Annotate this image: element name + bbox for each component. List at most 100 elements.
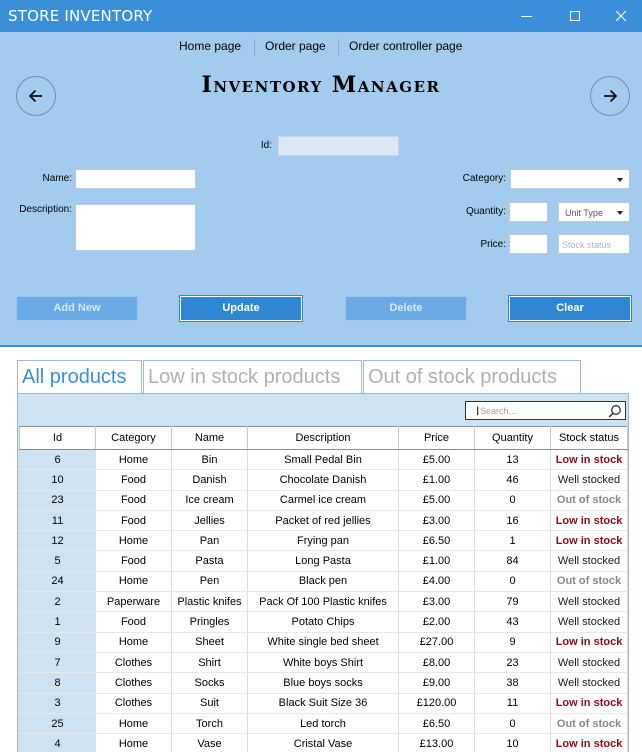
cell-description: Chocolate Danish [247,469,399,491]
table-row[interactable]: 5 Food Pasta Long Pasta £1.00 84 Well stocked [19,550,628,572]
cell-stock-status: Out of stock [550,713,628,735]
column-header-quantity[interactable]: Quantity [474,426,551,450]
cell-stock-status: Well stocked [550,469,628,491]
cell-quantity: 23 [474,652,551,674]
table-row[interactable]: 23 Food Ice cream Carmel ice cream £5.00 0 Out… [19,490,628,511]
table-row[interactable]: 12 Home Pan Frying pan £6.50 1 Low in stock [19,530,628,552]
cell-stock-status: Well stocked [550,591,628,613]
cell-category: Food [95,510,172,532]
cell-price: £4.00 [398,571,475,593]
cell-price: £6.50 [398,530,475,552]
table-row[interactable]: 9 Home Sheet White single bed sheet £27.00 9 L… [19,632,628,653]
cell-id: 4 [19,733,96,752]
add-new-button[interactable]: Add New [16,296,138,321]
cell-description: Frying pan [247,530,399,552]
description-field[interactable] [75,204,196,251]
table-row[interactable]: 3 Clothes Suit Black Suit Size 36 £120.00 11 L… [19,693,628,714]
cell-price: £3.00 [398,510,475,532]
cell-price: £6.50 [398,713,475,735]
quantity-label: Quantity: [465,206,506,217]
cell-price: £120.00 [398,693,475,714]
cell-name: Bin [171,449,248,471]
stock-status-placeholder: Stock status [562,240,612,250]
column-header-description[interactable]: Description [247,426,399,450]
maximize-button[interactable] [552,0,598,32]
cell-stock-status: Out of stock [550,490,628,511]
cell-description: Carmel ice cream [247,490,399,511]
table-row[interactable]: 24 Home Pen Black pen £4.00 0 Out of stock [19,571,628,593]
name-field[interactable] [75,169,196,189]
cell-id: 5 [19,550,96,572]
minimize-button[interactable] [504,0,550,32]
cell-id: 25 [19,713,96,735]
cell-stock-status: Low in stock [550,693,628,714]
cell-category: Home [95,713,172,735]
text-cursor-icon: I [476,404,480,418]
search-input[interactable]: I Search... [465,401,626,420]
table-row[interactable]: 8 Clothes Socks Blue boys socks £9.00 38 Well … [19,672,628,694]
nav-order-page[interactable]: Order page [265,39,326,57]
quantity-field[interactable] [509,202,548,222]
table-row[interactable]: 2 Paperware Plastic knifes Pack Of 100 Plas… [19,591,628,613]
cell-id: 24 [19,571,96,593]
cell-stock-status: Low in stock [550,510,628,532]
cell-price: £27.00 [398,632,475,653]
column-header-name[interactable]: Name [171,426,248,450]
cell-price: £13.00 [398,733,475,752]
cell-price: £8.00 [398,652,475,674]
cell-id: 7 [19,652,96,674]
clear-button[interactable]: Clear [509,296,631,321]
table-row[interactable]: 10 Food Danish Chocolate Danish £1.00 46 Well … [19,469,628,491]
cell-category: Home [95,571,172,593]
tab-content: I Search... Id Category Name Description… [17,393,629,752]
category-select[interactable] [510,169,630,189]
category-label: Category: [462,173,506,184]
cell-quantity: 0 [474,490,551,511]
cell-quantity: 46 [474,469,551,491]
section-divider [0,345,642,347]
cell-description: Small Pedal Bin [247,449,399,471]
column-header-id[interactable]: Id [19,426,96,450]
unit-type-select[interactable]: Unit Type [558,202,630,222]
cell-price: £5.00 [398,449,475,471]
cell-name: Pen [171,571,248,593]
tab-low-in-stock[interactable]: Low in stock products [143,360,362,393]
cell-description: Long Pasta [247,550,399,572]
page-title: Inventory Manager [201,72,441,98]
cell-category: Home [95,449,172,471]
cell-category: Home [95,632,172,653]
search-icon[interactable] [608,404,622,418]
cell-id: 11 [19,510,96,532]
cell-name: Pringles [171,611,248,633]
table-row[interactable]: 4 Home Vase Cristal Vase £13.00 10 Low in stoc… [19,733,628,752]
tab-all-products[interactable]: All products [17,360,142,393]
table-row[interactable]: 11 Food Jellies Packet of red jellies £3.00 1… [19,510,628,532]
close-button[interactable] [598,0,642,32]
nav-order-controller-page[interactable]: Order controller page [349,39,462,57]
close-icon [615,10,627,22]
column-header-price[interactable]: Price [398,426,475,450]
cell-id: 3 [19,693,96,714]
cell-description: Packet of red jellies [247,510,399,532]
nav-home-page[interactable]: Home page [179,39,241,57]
delete-button[interactable]: Delete [345,296,467,321]
table-row[interactable]: 25 Home Torch Led torch £6.50 0 Out of stock [19,713,628,735]
cell-quantity: 0 [474,713,551,735]
unit-type-value: Unit Type [565,208,603,218]
price-field[interactable] [509,234,548,254]
cell-id: 12 [19,530,96,552]
cell-quantity: 1 [474,530,551,552]
table-row[interactable]: 1 Food Pringles Potato Chips £2.00 43 Well sto… [19,611,628,633]
table-row[interactable]: 6 Home Bin Small Pedal Bin £5.00 13 Low in sto… [19,449,628,471]
cell-name: Shirt [171,652,248,674]
cell-stock-status: Well stocked [550,672,628,694]
cell-category: Food [95,611,172,633]
table-row[interactable]: 7 Clothes Shirt White boys Shirt £8.00 23 Well… [19,652,628,674]
update-button[interactable]: Update [180,296,302,321]
stock-status-field[interactable]: Stock status [558,234,630,254]
cell-category: Food [95,469,172,491]
cell-stock-status: Well stocked [550,652,628,674]
column-header-stock-status[interactable]: Stock status [550,426,628,450]
tab-out-of-stock[interactable]: Out of stock products [363,360,581,393]
column-header-category[interactable]: Category [95,426,172,450]
